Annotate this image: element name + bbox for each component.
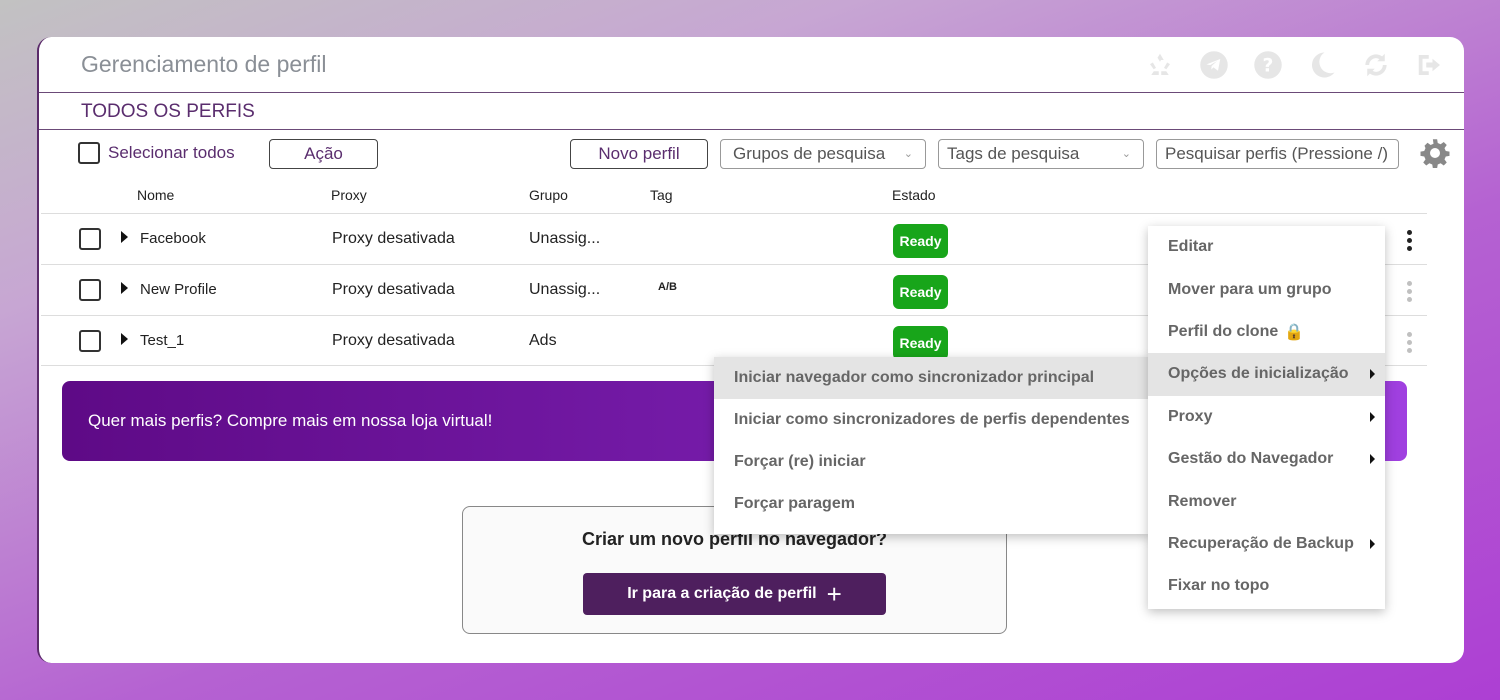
chevron-right-icon <box>1370 538 1375 549</box>
chevron-right-icon <box>1370 369 1375 380</box>
group-search-label: Grupos de pesquisa <box>733 144 886 163</box>
row-checkbox[interactable] <box>79 228 101 250</box>
profile-tag: A/B <box>658 281 677 293</box>
profile-group: Unassig... <box>529 281 601 298</box>
expand-caret-icon[interactable] <box>121 333 128 345</box>
recycle-icon[interactable] <box>1144 49 1176 81</box>
tag-search-dropdown[interactable]: Tags de pesquisa ⌄ <box>938 139 1144 169</box>
select-all[interactable]: Selecionar todos <box>78 142 235 164</box>
kebab-menu-icon[interactable] <box>1407 332 1415 356</box>
profile-proxy: Proxy desativada <box>332 230 455 247</box>
column-group: Grupo <box>529 187 568 203</box>
profile-name: New Profile <box>140 281 217 298</box>
header-icons: ? <box>1144 49 1446 81</box>
menu-item-clone-profile[interactable]: Perfil do clone 🔒 <box>1148 311 1385 353</box>
status-badge[interactable]: Ready <box>893 224 948 258</box>
profile-name: Test_1 <box>140 332 185 349</box>
logout-icon[interactable] <box>1414 49 1446 81</box>
menu-item-label: Perfil do clone <box>1168 322 1279 340</box>
submenu-item-start-main-sync[interactable]: Iniciar navegador como sincronizador pri… <box>714 357 1150 399</box>
refresh-icon[interactable] <box>1360 49 1392 81</box>
menu-item-label: Opções de inicialização <box>1168 365 1349 383</box>
menu-item-label: Editar <box>1168 238 1214 256</box>
profile-search-input[interactable]: Pesquisar perfis (Pressione /) <box>1156 139 1399 169</box>
row-checkbox[interactable] <box>79 330 101 352</box>
menu-item-pin-to-top[interactable]: Fixar no topo <box>1148 565 1385 607</box>
menu-item-label: Recuperação de Backup <box>1168 534 1354 552</box>
telegram-icon[interactable] <box>1198 49 1230 81</box>
expand-caret-icon[interactable] <box>121 282 128 294</box>
startup-options-submenu: Iniciar navegador como sincronizador pri… <box>714 357 1150 534</box>
menu-item-label: Proxy <box>1168 407 1213 425</box>
profile-group: Unassig... <box>529 230 601 247</box>
menu-item-label: Mover para um grupo <box>1168 280 1332 298</box>
section-header: TODOS OS PERFIS <box>39 93 1464 130</box>
status-badge[interactable]: Ready <box>893 275 948 309</box>
kebab-menu-icon[interactable] <box>1407 281 1415 305</box>
submenu-item-force-stop[interactable]: Forçar paragem <box>714 483 1150 525</box>
row-checkbox[interactable] <box>79 279 101 301</box>
profile-proxy: Proxy desativada <box>332 332 455 349</box>
action-button[interactable]: Ação <box>269 139 378 169</box>
create-profile-button[interactable]: Ir para a criação de perfil + <box>583 573 886 615</box>
menu-item-remove[interactable]: Remover <box>1148 480 1385 522</box>
menu-item-label: Fixar no topo <box>1168 577 1270 595</box>
gear-icon[interactable] <box>1420 138 1450 168</box>
submenu-item-start-dependent-sync[interactable]: Iniciar como sincronizadores de perfis d… <box>714 399 1150 441</box>
menu-item-label: Gestão do Navegador <box>1168 450 1334 468</box>
plus-icon: + <box>826 579 842 609</box>
title-bar: Gerenciamento de perfil ? <box>39 37 1464 93</box>
select-all-label: Selecionar todos <box>108 143 235 162</box>
section-title: TODOS OS PERFIS <box>81 101 255 122</box>
column-proxy: Proxy <box>331 187 367 203</box>
moon-icon[interactable] <box>1306 49 1338 81</box>
profile-proxy: Proxy desativada <box>332 281 455 298</box>
svg-text:?: ? <box>1263 55 1274 76</box>
status-badge[interactable]: Ready <box>893 326 948 360</box>
column-status: Estado <box>892 187 936 203</box>
column-tag: Tag <box>650 187 673 203</box>
profile-context-menu: Editar Mover para um grupo Perfil do clo… <box>1148 226 1385 609</box>
expand-caret-icon[interactable] <box>121 231 128 243</box>
app-title: Gerenciamento de perfil <box>81 51 327 77</box>
menu-item-move-to-group[interactable]: Mover para um grupo <box>1148 268 1385 310</box>
profile-group: Ads <box>529 332 557 349</box>
chevron-down-icon: ⌄ <box>903 148 913 160</box>
menu-item-startup-options[interactable]: Opções de inicialização <box>1148 353 1385 396</box>
create-profile-button-label: Ir para a criação de perfil <box>627 585 817 602</box>
lock-icon: 🔒 <box>1284 323 1305 341</box>
promo-text: Quer mais perfis? Compre mais em nossa l… <box>88 411 493 430</box>
group-search-dropdown[interactable]: Grupos de pesquisa ⌄ <box>720 139 926 169</box>
chevron-right-icon <box>1370 453 1375 464</box>
chevron-down-icon: ⌄ <box>1121 148 1131 160</box>
tag-search-label: Tags de pesquisa <box>947 144 1080 163</box>
menu-item-proxy[interactable]: Proxy <box>1148 396 1385 438</box>
help-icon[interactable]: ? <box>1252 49 1284 81</box>
submenu-item-force-restart[interactable]: Forçar (re) iniciar <box>714 441 1150 483</box>
select-all-checkbox[interactable] <box>78 142 100 164</box>
menu-item-backup-recovery[interactable]: Recuperação de Backup <box>1148 523 1385 565</box>
menu-item-edit[interactable]: Editar <box>1148 226 1385 268</box>
profile-name: Facebook <box>140 230 206 247</box>
column-name: Nome <box>137 187 175 203</box>
chevron-right-icon <box>1370 411 1375 422</box>
menu-item-browser-management[interactable]: Gestão do Navegador <box>1148 438 1385 480</box>
menu-item-label: Remover <box>1168 492 1237 510</box>
new-profile-button[interactable]: Novo perfil <box>570 139 708 169</box>
kebab-menu-icon[interactable] <box>1407 230 1415 254</box>
toolbar: Selecionar todos Ação Novo perfil Grupos… <box>39 130 1464 180</box>
